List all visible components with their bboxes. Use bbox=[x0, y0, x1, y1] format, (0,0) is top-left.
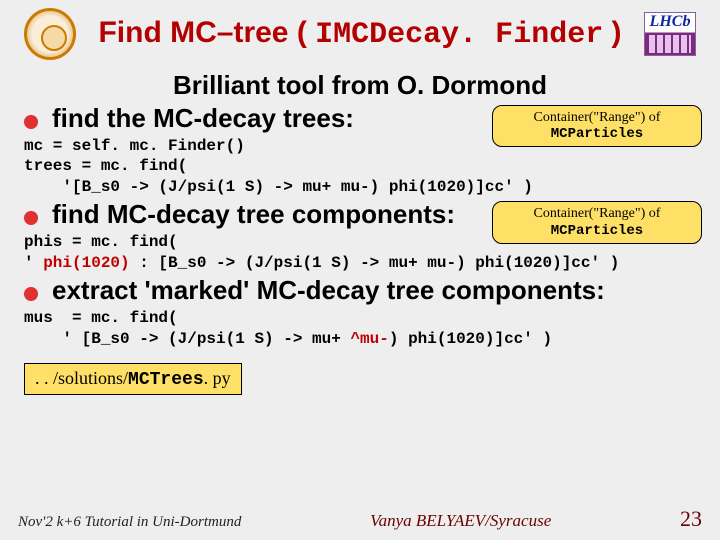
slide: Find MC–tree ( IMCDecay. Finder ) LHCb B… bbox=[0, 0, 720, 540]
bullet-3-text: extract 'marked' MC-decay tree component… bbox=[52, 275, 696, 306]
callout-1: Container("Range") of MCParticles bbox=[492, 105, 702, 147]
title-prefix: Find MC–tree ( bbox=[98, 16, 315, 49]
code1-l2: trees = mc. find( bbox=[24, 157, 187, 175]
callout-2-line2: MCParticles bbox=[551, 223, 643, 239]
bullet-dot-icon bbox=[24, 287, 38, 301]
code3-l2-hl: ^mu- bbox=[350, 330, 388, 348]
bullet-3-row: extract 'marked' MC-decay tree component… bbox=[24, 275, 696, 306]
code2-l2b: : [B_s0 -> (J/psi(1 S) -> mu+ mu-) phi(1… bbox=[130, 254, 620, 272]
bullet-dot-icon bbox=[24, 115, 38, 129]
filebox-suffix: . py bbox=[204, 368, 231, 388]
callout-2: Container("Range") of MCParticles bbox=[492, 201, 702, 243]
code2-l1: phis = mc. find( bbox=[24, 233, 178, 251]
callout-2-line1: Container("Range") of bbox=[534, 206, 661, 221]
code3-l1: mus = mc. find( bbox=[24, 309, 178, 327]
code1-l1: mc = self. mc. Finder() bbox=[24, 137, 245, 155]
slide-title: Find MC–tree ( IMCDecay. Finder ) bbox=[80, 16, 640, 52]
code-block-3: mus = mc. find( ' [B_s0 -> (J/psi(1 S) -… bbox=[24, 308, 696, 349]
title-row: Find MC–tree ( IMCDecay. Finder ) LHCb bbox=[24, 8, 696, 60]
title-suffix: ) bbox=[603, 16, 621, 49]
callout-1-line2: MCParticles bbox=[551, 126, 643, 142]
title-mono: IMCDecay. Finder bbox=[315, 18, 603, 52]
lhcb-label: LHCb bbox=[650, 13, 691, 30]
code2-l2a: ' bbox=[24, 254, 43, 272]
lhcb-logo-icon: LHCb bbox=[644, 12, 696, 56]
bullet-2-row: find MC-decay tree components: Container… bbox=[24, 199, 696, 230]
file-path-box: . . /solutions/MCTrees. py bbox=[24, 363, 242, 395]
code3-l2a: ' [B_s0 -> (J/psi(1 S) -> mu+ bbox=[24, 330, 350, 348]
university-seal-icon bbox=[24, 8, 76, 60]
bullet-dot-icon bbox=[24, 211, 38, 225]
filebox-mono: MCTrees bbox=[128, 370, 204, 390]
footer-left: Nov'2 k+6 Tutorial in Uni-Dortmund bbox=[18, 514, 241, 531]
callout-1-line1: Container("Range") of bbox=[534, 110, 661, 125]
code2-l2-hl: phi(1020) bbox=[43, 254, 129, 272]
subtitle: Brilliant tool from O. Dormond bbox=[24, 70, 696, 101]
code3-l2b: ) phi(1020)]cc' ) bbox=[389, 330, 552, 348]
page-number: 23 bbox=[680, 506, 702, 532]
footer: Nov'2 k+6 Tutorial in Uni-Dortmund Vanya… bbox=[0, 506, 720, 532]
bullet-1-row: find the MC-decay trees: Container("Rang… bbox=[24, 103, 696, 134]
code1-l3: '[B_s0 -> (J/psi(1 S) -> mu+ mu-) phi(10… bbox=[24, 178, 533, 196]
slide-body: Brilliant tool from O. Dormond find the … bbox=[24, 70, 696, 395]
footer-center: Vanya BELYAEV/Syracuse bbox=[370, 511, 551, 531]
filebox-prefix: . . /solutions/ bbox=[35, 368, 128, 388]
